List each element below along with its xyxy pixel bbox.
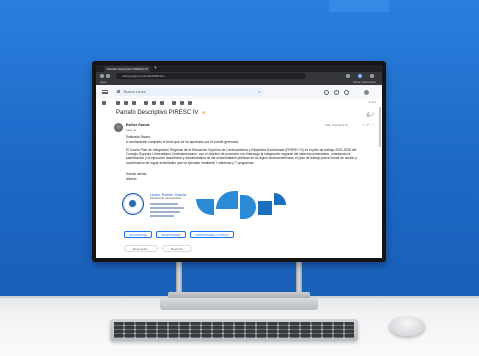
mark-unread-icon[interactable]	[144, 101, 148, 105]
screen: Parrafo Descriptivo PIRESC IV + mail.goo…	[96, 65, 382, 258]
signature-contact-line	[150, 203, 178, 205]
search-placeholder: Buscar correo	[124, 90, 146, 94]
print-icon[interactable]: ⎙	[366, 112, 369, 117]
browser-tabbar: Parrafo Descriptivo PIRESC IV +	[96, 65, 382, 72]
logo-shape	[196, 199, 214, 215]
settings-icon[interactable]	[334, 90, 339, 95]
pagination: 1 of 1	[368, 100, 376, 104]
email-greeting: Estimado Álvaro,	[126, 135, 151, 139]
signature-contact-line	[150, 207, 184, 209]
address-bar[interactable]: mail.google.com/mail/u/0/#inbox	[116, 73, 306, 79]
monitor: Parrafo Descriptivo PIRESC IV + mail.goo…	[92, 61, 386, 262]
logo-shape	[258, 201, 272, 215]
mouse	[389, 316, 425, 336]
add-task-icon[interactable]	[160, 101, 164, 105]
keyboard-keys	[114, 322, 354, 338]
forward-label: Reenviar	[171, 247, 184, 251]
email-date: Feb. 2 (hace 1 h)	[325, 123, 348, 127]
organization-logo	[196, 191, 288, 223]
new-tab-button[interactable]: +	[154, 65, 157, 72]
account-avatar[interactable]	[364, 90, 369, 95]
logo-shape	[216, 191, 238, 209]
archive-icon[interactable]	[116, 101, 120, 105]
address-toolbar: mail.google.com/mail/u/0/#inbox	[96, 72, 382, 80]
snooze-icon[interactable]	[152, 101, 156, 105]
email-toolbar: 1 of 1	[96, 99, 382, 107]
sender-name[interactable]: Esther Garcia	[126, 123, 149, 127]
help-icon[interactable]	[324, 90, 329, 95]
message-actions: ☆ ↩ ⋮	[362, 123, 374, 127]
respond-button[interactable]: RESPONDER	[156, 231, 186, 238]
search-input[interactable]: Buscar correo ▾	[114, 88, 264, 96]
signature-button[interactable]: SIGNATURE	[124, 231, 152, 238]
extension-icon[interactable]	[346, 74, 350, 78]
signature-role: Directora de Comunicación	[150, 197, 182, 200]
reply-label: Responder	[133, 247, 148, 251]
bookmark-apps[interactable]: Apps	[100, 80, 107, 84]
browser-menu-icon[interactable]	[370, 74, 374, 78]
recipient-line[interactable]: para mí	[126, 128, 136, 132]
report-spam-icon[interactable]	[124, 101, 128, 105]
logo-shape	[274, 193, 286, 205]
email-closing: Saludo atento,	[126, 172, 148, 176]
subject-text: Parrafo Descriptivo PIRESC IV	[116, 110, 199, 116]
reply-button[interactable]: Responder	[124, 245, 158, 252]
search-icon[interactable]	[117, 90, 120, 93]
open-new-window-icon[interactable]: ⤢	[371, 112, 374, 117]
email-intro: a continuación comparto el texto que se …	[126, 140, 239, 144]
back-icon[interactable]	[100, 74, 104, 78]
important-star-icon[interactable]: ★	[201, 110, 205, 116]
profile-icon[interactable]	[358, 74, 362, 78]
university-seal-logo	[122, 193, 144, 215]
reload-icon[interactable]	[106, 74, 110, 78]
apps-grid-icon[interactable]	[344, 90, 349, 95]
delete-icon[interactable]	[132, 101, 136, 105]
email-closing-name: Alberto	[126, 177, 137, 181]
email-signature: Licda. Esther Garcia Directora de Comuni…	[122, 190, 186, 220]
respond-all-button[interactable]: RESPONDER A TODOS	[190, 231, 234, 238]
label-icon[interactable]	[180, 101, 184, 105]
logo-shape	[240, 195, 256, 219]
hamburger-menu-icon[interactable]	[102, 90, 108, 94]
reply-icon[interactable]: ↩	[367, 123, 370, 127]
back-to-inbox-icon[interactable]	[102, 101, 106, 105]
gmail-header: Buscar correo ▾	[96, 85, 382, 99]
search-options-icon[interactable]: ▾	[258, 88, 260, 96]
move-to-icon[interactable]	[172, 101, 176, 105]
email-subject: Parrafo Descriptivo PIRESC IV ★	[116, 110, 206, 116]
email-paragraph: El Cuarto Plan de Integración Regional d…	[126, 148, 357, 165]
more-options-icon[interactable]	[188, 101, 192, 105]
signature-contact-line	[150, 215, 174, 217]
message-more-icon[interactable]: ⋮	[371, 123, 375, 127]
sender-avatar[interactable]	[114, 123, 123, 132]
keyboard	[110, 319, 358, 341]
wall-stripe	[329, 0, 389, 12]
signature-contact-line	[150, 211, 180, 213]
subject-actions: ⎙ ⤢	[366, 112, 374, 117]
star-icon[interactable]: ☆	[362, 123, 365, 127]
stand-base	[160, 298, 318, 310]
forward-button[interactable]: Reenviar	[162, 245, 192, 252]
scrollbar[interactable]	[379, 107, 381, 147]
